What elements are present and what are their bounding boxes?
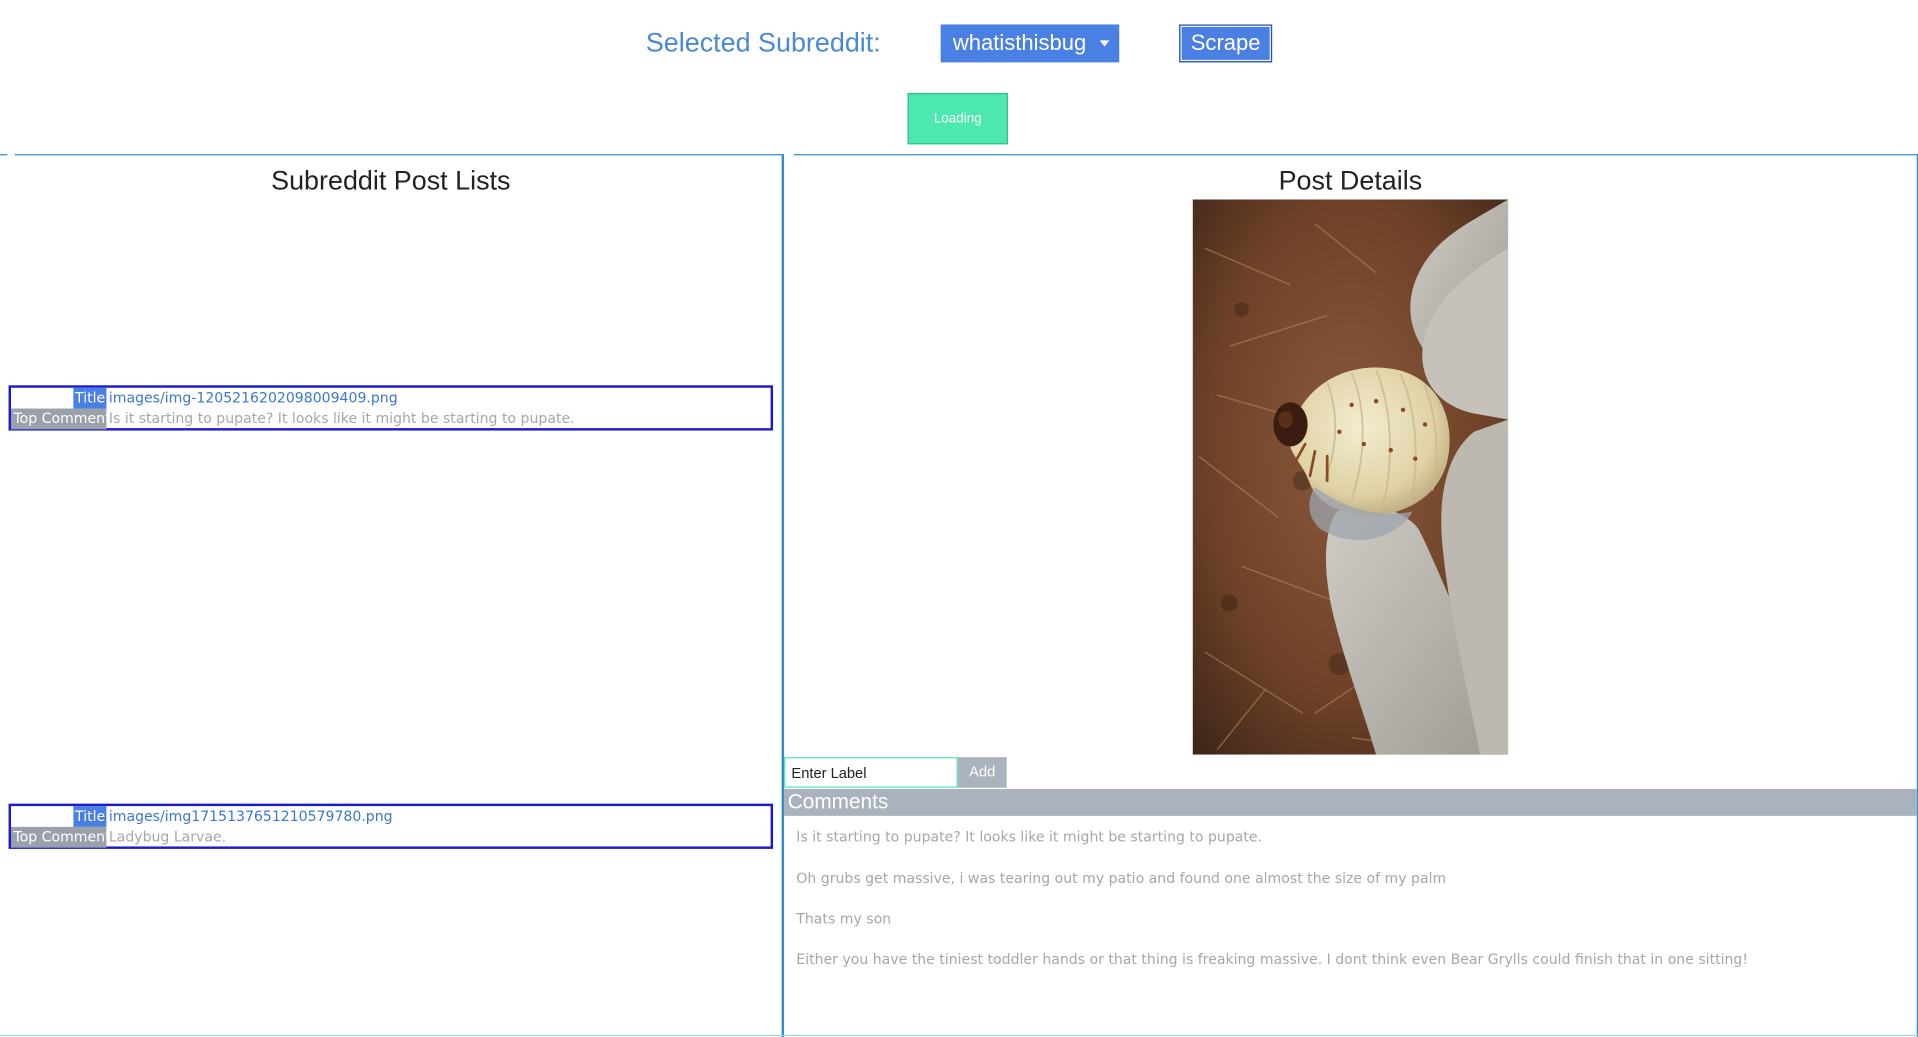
title-tag: Title — [73, 806, 107, 827]
bottom-divider — [0, 1034, 1918, 1037]
app-root: Selected Subreddit: whatisthisbug Scrape… — [0, 0, 1918, 1037]
post-list-item[interactable]: Title images/img-1205216202098009409.png … — [8, 385, 774, 431]
post-title-link[interactable]: images/img1715137651210579780.png — [106, 806, 393, 827]
post-top-comment: Is it starting to pupate? It looks like … — [108, 409, 575, 427]
post-list-panel: Subreddit Post Lists Title images/img-120… — [0, 152, 785, 1037]
comment-item: Oh grubs get massive, i was tearing out … — [796, 869, 1447, 887]
subreddit-dropdown[interactable]: whatisthisbug — [940, 24, 1120, 63]
scrape-button[interactable]: Scrape — [1179, 24, 1273, 63]
post-list-title: Subreddit Post Lists — [271, 165, 511, 196]
comment-item: Either you have the tiniest toddler hand… — [796, 950, 1749, 968]
caret-down-icon — [1099, 40, 1110, 47]
add-label-button[interactable]: Add — [957, 757, 1007, 788]
post-list-item[interactable]: Title images/img1715137651210579780.png T… — [8, 803, 774, 849]
post-details-title: Post Details — [1278, 165, 1423, 196]
comment-item: Thats my son — [796, 910, 892, 928]
selected-subreddit-label: Selected Subreddit: — [645, 26, 881, 58]
comment-item: Is it starting to pupate? It looks like … — [796, 828, 1263, 846]
top-comment-tag: Top Comment — [11, 826, 111, 848]
comments-header: Comments — [784, 788, 1917, 816]
subreddit-dropdown-value: whatisthisbug — [952, 30, 1087, 56]
post-top-comment: Ladybug Larvae. — [108, 828, 227, 846]
top-comment-tag: Top Comment — [11, 408, 111, 430]
post-image — [1192, 199, 1509, 755]
loading-indicator: Loading — [907, 92, 1008, 145]
post-details-panel: Post Details Enter Label Add Comments Is… — [784, 152, 1918, 1037]
label-input[interactable] — [784, 757, 958, 788]
post-title-link[interactable]: images/img-1205216202098009409.png — [106, 388, 398, 409]
title-tag: Title — [73, 387, 107, 409]
